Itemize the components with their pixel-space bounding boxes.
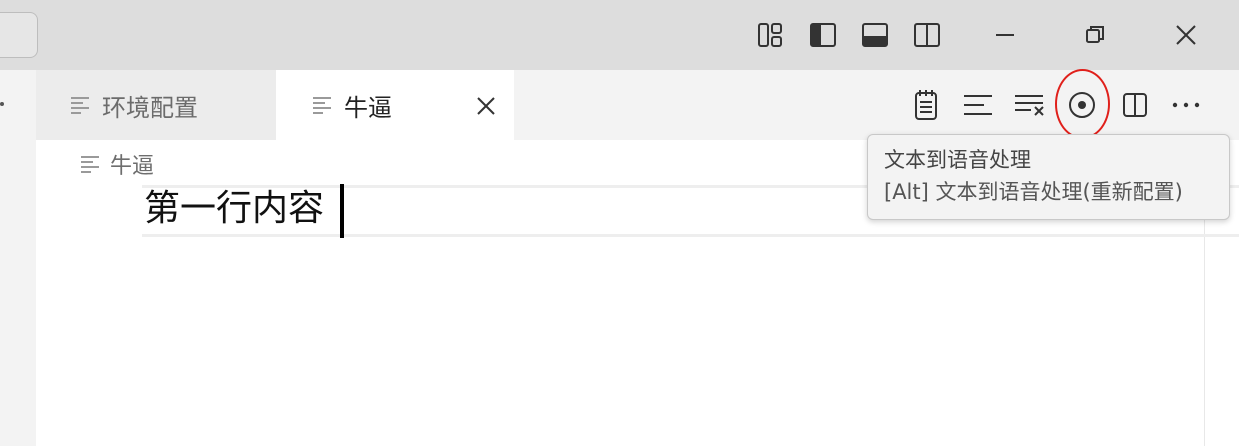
breadcrumb-label: 牛逼 bbox=[110, 154, 155, 179]
breadcrumb[interactable]: 牛逼 bbox=[80, 148, 154, 180]
tooltip-subtitle: [Alt] 文本到语音处理(重新配置) bbox=[884, 180, 1183, 204]
text-cursor bbox=[340, 184, 344, 238]
clear-format-icon[interactable] bbox=[1010, 84, 1050, 126]
text-file-icon bbox=[71, 97, 89, 114]
command-center[interactable] bbox=[0, 12, 38, 58]
editor-line-1[interactable]: 第一行内容 bbox=[144, 186, 324, 232]
minimize-icon[interactable] bbox=[982, 14, 1028, 56]
highlight-annotation bbox=[1055, 69, 1110, 139]
tab-label: 牛逼 bbox=[344, 93, 392, 122]
tab-env-config[interactable]: 环境配置 bbox=[36, 70, 276, 140]
text-file-icon bbox=[81, 156, 99, 173]
more-dot bbox=[0, 102, 4, 106]
customize-layout-icon[interactable] bbox=[756, 20, 786, 50]
tab-niubi[interactable]: 牛逼 bbox=[276, 70, 514, 140]
tooltip-title: 文本到语音处理 bbox=[884, 148, 1031, 172]
more-actions-icon[interactable] bbox=[1166, 84, 1206, 126]
toggle-panel-icon[interactable] bbox=[860, 20, 890, 50]
restore-icon[interactable] bbox=[1072, 14, 1118, 56]
tab-label: 环境配置 bbox=[102, 93, 198, 122]
title-bar bbox=[0, 0, 1239, 70]
tooltip: 文本到语音处理 [Alt] 文本到语音处理(重新配置) bbox=[867, 134, 1230, 220]
tab-close-icon[interactable] bbox=[476, 96, 496, 116]
notepad-icon[interactable] bbox=[906, 84, 946, 126]
text-file-icon bbox=[313, 97, 331, 114]
close-icon[interactable] bbox=[1163, 14, 1209, 56]
align-text-icon[interactable] bbox=[958, 84, 998, 126]
split-editor-icon[interactable] bbox=[1115, 84, 1155, 126]
activity-strip bbox=[0, 70, 36, 446]
toggle-secondary-sidebar-icon[interactable] bbox=[912, 20, 942, 50]
toggle-primary-sidebar-icon[interactable] bbox=[808, 20, 838, 50]
